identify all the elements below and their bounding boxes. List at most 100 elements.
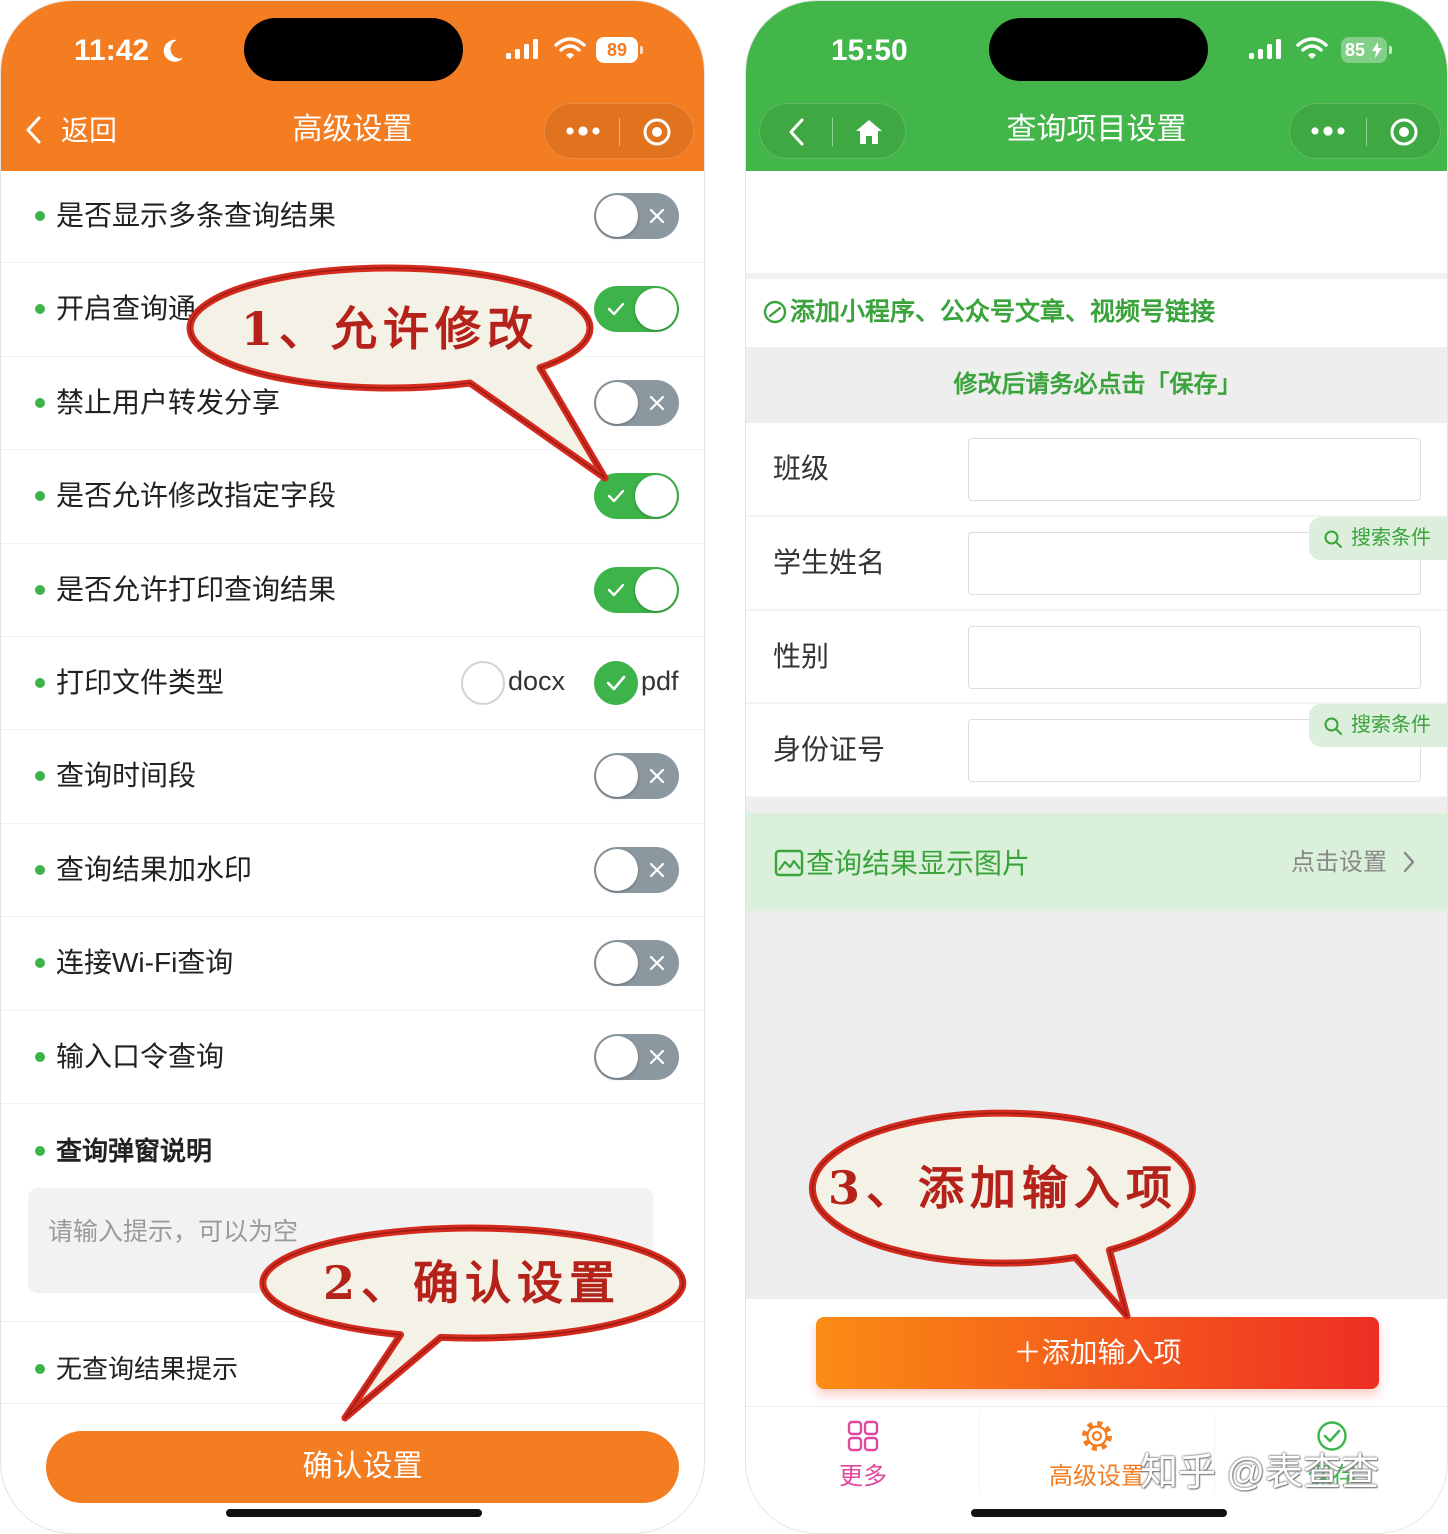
setting-label: 是否允许修改指定字段: [56, 480, 337, 512]
home-indicator: [226, 1509, 482, 1517]
query-fields-list: 班级 学生姓名 搜索条件 性别 身份证号 搜索条件: [746, 423, 1447, 798]
status-time: 15:50: [831, 34, 908, 67]
left-phone-screen: 11:42 89 返回 高级设置 是否显示多条查询结果 开启查询通 禁止用户转发…: [0, 0, 705, 1534]
wifi-icon: [554, 37, 586, 59]
miniprogram-capsule: [1289, 103, 1441, 159]
result-image-label: 查询结果显示图片: [806, 848, 1031, 879]
bullet-dot: [35, 584, 45, 595]
bullet-dot: [35, 1146, 45, 1156]
charging-bolt-icon: [1372, 42, 1382, 58]
check-icon: [607, 489, 625, 503]
divider: [1, 1321, 704, 1322]
toggle-switch[interactable]: [594, 566, 679, 613]
toggle-switch[interactable]: [594, 473, 679, 520]
battery-icon: 89: [596, 37, 643, 63]
field-row: 班级: [746, 423, 1447, 517]
settings-list: 是否显示多条查询结果 开启查询通 禁止用户转发分享 是否允许修改指定字段 是否允…: [1, 170, 704, 1104]
divider: [746, 798, 1447, 813]
setting-label: 查询结果加水印: [56, 853, 253, 885]
field-label: 学生姓名: [773, 546, 886, 578]
popup-note-textarea[interactable]: [28, 1188, 653, 1293]
field-label: 身份证号: [773, 734, 886, 766]
setting-label: 连接Wi-Fi查询: [56, 947, 234, 979]
toggle-switch[interactable]: [594, 379, 679, 426]
add-input-button[interactable]: ＋添加输入项: [816, 1317, 1379, 1389]
more-dots-icon[interactable]: [1310, 124, 1346, 138]
close-icon: [649, 956, 665, 971]
setting-label: 禁止用户转发分享: [56, 386, 281, 418]
setting-row: 禁止用户转发分享: [1, 357, 704, 451]
setting-label: 开启查询通: [56, 293, 197, 325]
result-image-row[interactable]: 查询结果显示图片 点击设置: [746, 813, 1447, 911]
close-icon: [649, 1049, 665, 1064]
bullet-dot: [35, 211, 45, 221]
search-icon: [1324, 717, 1342, 736]
dynamic-island: [989, 18, 1208, 81]
setting-label: 是否显示多条查询结果: [56, 200, 337, 231]
divider: [1, 1403, 704, 1404]
print-type-row: 打印文件类型 docx pdf: [1, 637, 704, 731]
field-input[interactable]: [968, 625, 1421, 689]
search-icon: [1324, 530, 1342, 548]
confirm-settings-button[interactable]: 确认设置: [46, 1431, 679, 1503]
no-result-label: 无查询结果提示: [56, 1354, 239, 1384]
radio-docx[interactable]: [461, 660, 505, 705]
watermark: 知乎 @表查查: [1140, 1452, 1380, 1494]
radio-pdf[interactable]: [594, 660, 638, 705]
result-image-action[interactable]: 点击设置: [1291, 845, 1387, 881]
battery-level: 85: [1345, 40, 1366, 60]
bullet-dot: [35, 304, 45, 315]
tab-more[interactable]: 更多: [746, 1407, 980, 1507]
field-input[interactable]: [968, 438, 1421, 501]
link-icon: [763, 300, 787, 324]
field-row: 身份证号 搜索条件: [746, 704, 1447, 798]
setting-row: 查询结果加水印: [1, 824, 704, 918]
badge-label: 搜索条件: [1351, 526, 1431, 549]
toggle-switch[interactable]: [594, 940, 679, 987]
signal-icon: [1249, 39, 1281, 59]
field-row: 学生姓名 搜索条件: [746, 516, 1447, 611]
grid-icon: [847, 1420, 879, 1452]
bullet-dot: [35, 864, 45, 875]
toggle-switch[interactable]: [594, 753, 679, 800]
popup-note-label: 查询弹窗说明: [56, 1136, 213, 1166]
setting-label: 打印文件类型: [56, 666, 225, 698]
bullet-dot: [35, 771, 45, 782]
setting-row: 是否允许修改指定字段: [1, 450, 704, 544]
toggle-switch[interactable]: [594, 286, 679, 333]
dynamic-island: [244, 18, 463, 81]
add-link-text[interactable]: 添加小程序、公众号文章、视频号链接: [790, 294, 1215, 330]
toggle-switch[interactable]: [594, 193, 679, 239]
more-dots-icon[interactable]: [565, 124, 601, 138]
setting-label: 输入口令查询: [56, 1040, 225, 1072]
bullet-dot: [35, 958, 45, 969]
close-icon: [649, 769, 665, 784]
setting-label: 是否允许打印查询结果: [56, 573, 337, 605]
toggle-switch[interactable]: [594, 1033, 679, 1080]
setting-label: 查询时间段: [56, 760, 197, 792]
search-condition-badge[interactable]: 搜索条件: [1309, 704, 1447, 748]
bullet-dot: [35, 677, 45, 688]
image-icon: [774, 849, 804, 877]
gear-icon: [1082, 1421, 1112, 1451]
field-label: 性别: [773, 640, 830, 672]
setting-row: 查询时间段: [1, 730, 704, 824]
chevron-right-icon: [1403, 851, 1415, 873]
wifi-icon: [1296, 37, 1328, 59]
content-background: [746, 911, 1447, 1299]
close-miniprogram-icon[interactable]: [1388, 116, 1420, 148]
toggle-switch[interactable]: [594, 846, 679, 893]
radio-label-docx: docx: [508, 665, 566, 696]
close-icon: [649, 862, 665, 877]
home-indicator: [971, 1509, 1227, 1517]
check-icon: [606, 675, 626, 691]
moon-icon: [163, 39, 183, 62]
search-condition-badge[interactable]: 搜索条件: [1309, 516, 1447, 560]
close-miniprogram-icon[interactable]: [641, 116, 673, 148]
status-time: 11:42: [74, 34, 150, 67]
battery-icon: 85: [1341, 37, 1392, 63]
setting-row: 连接Wi-Fi查询: [1, 917, 704, 1011]
radio-label-pdf: pdf: [641, 665, 679, 696]
signal-icon: [506, 39, 538, 59]
field-row: 性别: [746, 611, 1447, 705]
